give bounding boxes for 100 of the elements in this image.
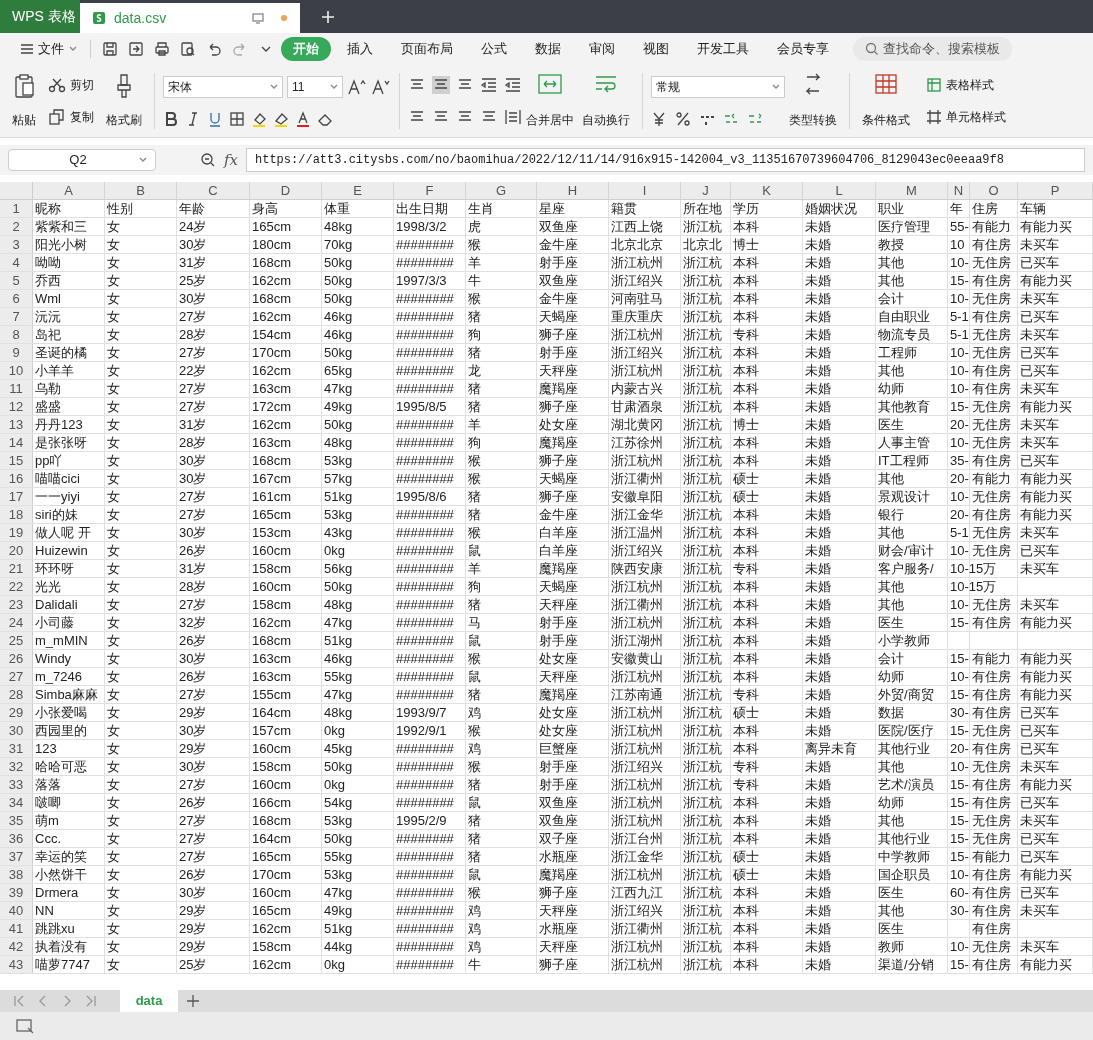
column-header[interactable]: O: [988, 182, 999, 201]
monitor-icon[interactable]: [252, 12, 264, 24]
copy-icon[interactable]: [48, 109, 66, 125]
table-cell: 鼠: [468, 868, 481, 881]
number-format-field[interactable]: 常规: [651, 75, 785, 98]
scissors-icon[interactable]: [48, 77, 66, 93]
ribbon-tab[interactable]: 审阅: [577, 36, 627, 62]
table-cell: 无住房: [972, 256, 1011, 269]
wrap-text-button[interactable]: 自动换行: [578, 69, 634, 133]
column-header[interactable]: G: [495, 182, 507, 201]
table-cell: 有住房: [972, 958, 1011, 971]
column-header[interactable]: M: [906, 182, 917, 201]
column-header[interactable]: L: [835, 182, 843, 201]
export-icon[interactable]: [128, 41, 144, 57]
macro-icon[interactable]: [16, 1018, 34, 1034]
column-header[interactable]: F: [425, 182, 434, 201]
ribbon-tab[interactable]: 公式: [469, 36, 519, 62]
window-tab[interactable]: WPS 表格: [0, 0, 80, 33]
font-color-icon[interactable]: [295, 110, 311, 127]
table-cell: siri的妹: [35, 508, 78, 521]
wrap-text-icon[interactable]: [593, 73, 619, 95]
dot-icon[interactable]: [280, 14, 288, 22]
table-grid-icon[interactable]: [874, 73, 898, 95]
cut-button[interactable]: 剪切: [44, 76, 98, 94]
grow-font-icon[interactable]: [347, 77, 367, 96]
table-cell: 已买车: [1020, 310, 1059, 323]
column-header[interactable]: B: [136, 182, 145, 201]
table-cell: 26岁: [179, 796, 207, 809]
column-header[interactable]: C: [208, 182, 218, 201]
cell-style-button[interactable]: 单元格样式: [922, 108, 1010, 126]
table-cell: 浙江杭: [683, 940, 722, 953]
print-preview-icon[interactable]: [180, 41, 196, 57]
table-cell: 50kg: [324, 274, 353, 287]
ribbon-tab[interactable]: 会员专享: [765, 36, 841, 62]
format-painter-button[interactable]: 格式刷: [102, 69, 146, 133]
column-header[interactable]: I: [642, 182, 647, 201]
sheet-tab[interactable]: data: [120, 990, 178, 1012]
ribbon-tab[interactable]: 视图: [631, 36, 681, 62]
print-icon[interactable]: [154, 41, 170, 57]
column-header[interactable]: A: [64, 182, 73, 201]
increase-indent-icon[interactable]: [504, 76, 522, 94]
add-sheet-icon[interactable]: [186, 994, 200, 1008]
borders-icon[interactable]: [229, 110, 245, 127]
column-header[interactable]: D: [280, 182, 291, 201]
table-cell: ########: [396, 670, 454, 683]
ribbon-tab[interactable]: 开发工具: [685, 36, 761, 62]
caret-icon[interactable]: [330, 83, 338, 90]
convert-type-button[interactable]: 类型转换: [785, 69, 841, 133]
table-cell: 170cm: [252, 346, 292, 359]
new-tab-icon[interactable]: [320, 8, 336, 25]
cell-style-icon[interactable]: [926, 109, 942, 125]
column-header[interactable]: H: [567, 182, 578, 201]
bold-icon[interactable]: [163, 110, 179, 127]
ribbon-tab[interactable]: 数据: [523, 36, 573, 62]
table-cell: 20-: [950, 742, 969, 755]
table-cell: 10: [950, 238, 965, 251]
font-size-field[interactable]: 11: [287, 75, 343, 98]
align-middle-icon[interactable]: [432, 76, 450, 94]
table-style-icon[interactable]: [926, 77, 942, 93]
window-tab[interactable]: data.csv: [80, 3, 300, 33]
decrease-indent-icon[interactable]: [480, 76, 498, 94]
column-header[interactable]: J: [702, 182, 709, 201]
insert-function-button[interactable]: fx: [224, 148, 238, 172]
column-header[interactable]: P: [1050, 182, 1060, 201]
table-cell: 有住房: [972, 616, 1011, 629]
table-cell: 白羊座: [539, 526, 578, 539]
table-cell: 已买车: [1020, 544, 1059, 557]
clipboard-icon[interactable]: [13, 73, 35, 99]
ribbon-tab[interactable]: 插入: [335, 36, 385, 62]
save-icon[interactable]: [102, 41, 118, 57]
shrink-font-icon[interactable]: [371, 77, 391, 96]
caret-icon[interactable]: [68, 45, 78, 53]
merge-center-button[interactable]: 合并居中: [522, 69, 578, 133]
distribute-icon[interactable]: [504, 108, 522, 126]
table-style-button[interactable]: 表格样式: [922, 76, 1010, 94]
search-field[interactable]: 查找命令、搜索模板: [853, 36, 1012, 62]
font-field[interactable]: 宋体: [163, 75, 283, 98]
menu-icon[interactable]: [20, 43, 34, 55]
underline-icon[interactable]: [207, 110, 223, 127]
ribbon-tab[interactable]: 页面布局: [389, 36, 465, 62]
merge-cells-icon[interactable]: [537, 73, 563, 95]
search-icon[interactable]: [865, 42, 879, 56]
caret-icon[interactable]: [270, 83, 278, 90]
caret-icon[interactable]: [772, 83, 780, 90]
name-box[interactable]: Q2: [8, 149, 156, 171]
table-cell: 专科: [733, 760, 759, 773]
percent-icon[interactable]: [675, 110, 691, 127]
formula-field[interactable]: https://att3.citysbs.com/no/baomihua/2022/12/11/14/916x915-142004_v3_11351670739604706_8129043ec0eeaa9f8: [246, 148, 1085, 172]
file-menu[interactable]: 文件: [16, 39, 82, 59]
paste-button[interactable]: 粘贴: [8, 69, 40, 133]
column-header[interactable]: K: [762, 182, 771, 201]
caret-icon[interactable]: [139, 157, 147, 163]
column-header[interactable]: N: [953, 182, 964, 201]
currency-icon[interactable]: [651, 110, 667, 127]
table-cell: 浙江杭州: [611, 958, 663, 971]
conditional-format-button[interactable]: 条件格式: [858, 69, 914, 133]
column-header[interactable]: E: [353, 182, 362, 201]
copy-button[interactable]: 复制: [44, 108, 98, 126]
sheet-file-icon[interactable]: [92, 11, 106, 25]
zoom-icon[interactable]: [200, 152, 216, 168]
